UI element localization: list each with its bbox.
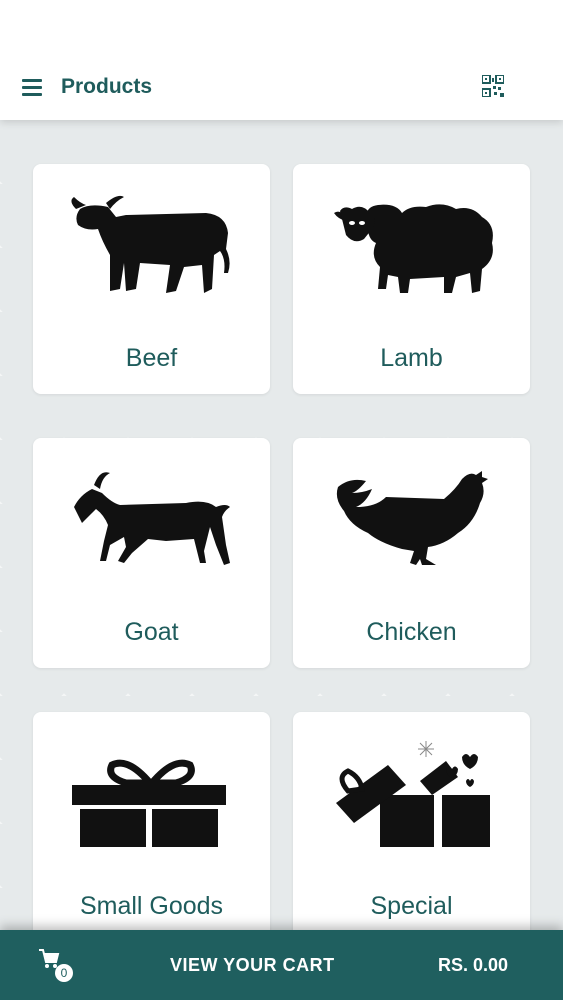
product-card-special[interactable]: Special [293,712,530,942]
open-gift-hearts-icon [336,741,490,847]
product-label: Special [370,892,453,920]
view-cart-bar[interactable]: 0 VIEW YOUR CART RS. 0.00 [0,930,563,1000]
cow-icon [71,195,230,293]
view-cart-label[interactable]: VIEW YOUR CART [170,955,335,976]
product-label: Lamb [380,344,443,372]
product-card-small-goods[interactable]: Small Goods [33,712,270,942]
product-label: Small Goods [79,892,224,920]
qr-code-icon[interactable] [482,75,504,97]
goat-icon [74,472,230,565]
product-grid: Beef Lamb Goat Chicken Small Goods Speci… [0,0,563,1000]
sheep-icon [334,204,493,293]
product-label: Chicken [366,618,457,646]
cart-count-badge: 0 [55,964,73,982]
page-title: Products [61,75,153,98]
chicken-icon [336,471,488,565]
product-card-beef[interactable]: Beef [33,164,270,394]
product-card-goat[interactable]: Goat [33,438,270,668]
product-label: Goat [124,618,179,646]
cart-total: RS. 0.00 [438,955,509,975]
product-card-lamb[interactable]: Lamb [293,164,530,394]
hamburger-menu-icon[interactable] [22,79,42,97]
product-label: Beef [125,344,178,372]
gift-box-icon [72,759,226,847]
top-app-bar: Products [0,0,563,120]
product-card-chicken[interactable]: Chicken [293,438,530,668]
